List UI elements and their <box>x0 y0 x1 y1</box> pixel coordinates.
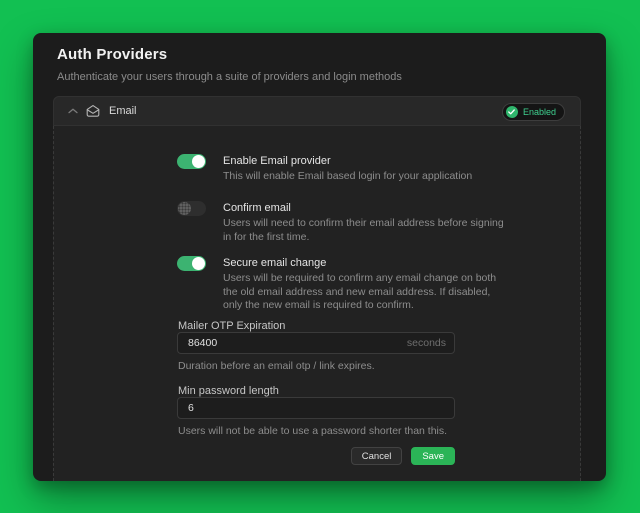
email-provider-accordion-header[interactable]: Email Enabled <box>53 96 581 126</box>
mailer-otp-expiration-label: Mailer OTP Expiration <box>178 320 285 332</box>
chevron-up-icon <box>68 108 78 114</box>
check-icon <box>506 106 518 118</box>
email-provider-card: Email Enabled Enable Email provider This… <box>53 96 581 481</box>
toggle-description: Users will be required to confirm any em… <box>223 272 541 313</box>
confirm-email-toggle[interactable] <box>177 201 206 216</box>
enable-email-provider-toggle[interactable] <box>177 154 206 169</box>
mailer-otp-expiration-input[interactable] <box>177 332 455 354</box>
toggle-row-confirm-email: Confirm email Users will need to confirm… <box>177 201 541 244</box>
email-settings-form: Enable Email provider This will enable E… <box>177 126 455 481</box>
auth-settings-panel: Auth Providers Authenticate your users t… <box>33 33 606 481</box>
email-provider-settings-body: Enable Email provider This will enable E… <box>53 126 581 481</box>
min-password-length-description: Users will not be able to use a password… <box>178 425 447 437</box>
toggle-label: Confirm email <box>223 201 541 215</box>
toggle-knob <box>192 257 205 270</box>
toggle-label: Enable Email provider <box>223 154 541 168</box>
status-badge-label: Enabled <box>523 107 556 117</box>
page-title: Auth Providers <box>57 46 167 63</box>
toggle-row-enable-email: Enable Email provider This will enable E… <box>177 154 541 184</box>
mailer-otp-expiration-description: Duration before an email otp / link expi… <box>178 360 375 372</box>
save-button[interactable]: Save <box>411 447 455 465</box>
form-footer: Cancel Save <box>177 447 455 465</box>
min-password-length-field <box>177 397 455 419</box>
toggle-row-secure-email-change: Secure email change Users will be requir… <box>177 256 541 313</box>
min-password-length-label: Min password length <box>178 385 279 397</box>
min-password-length-input[interactable] <box>177 397 455 419</box>
provider-name-label: Email <box>109 105 137 117</box>
toggle-label: Secure email change <box>223 256 541 270</box>
mail-open-icon <box>86 104 100 118</box>
cancel-button[interactable]: Cancel <box>351 447 403 465</box>
toggle-knob <box>178 202 191 215</box>
toggle-description: This will enable Email based login for y… <box>223 170 541 184</box>
page-subtitle: Authenticate your users through a suite … <box>57 71 402 83</box>
toggle-description: Users will need to confirm their email a… <box>223 217 541 244</box>
secure-email-change-toggle[interactable] <box>177 256 206 271</box>
toggle-knob <box>192 155 205 168</box>
mailer-otp-expiration-field: seconds <box>177 332 455 354</box>
status-badge: Enabled <box>502 103 565 121</box>
